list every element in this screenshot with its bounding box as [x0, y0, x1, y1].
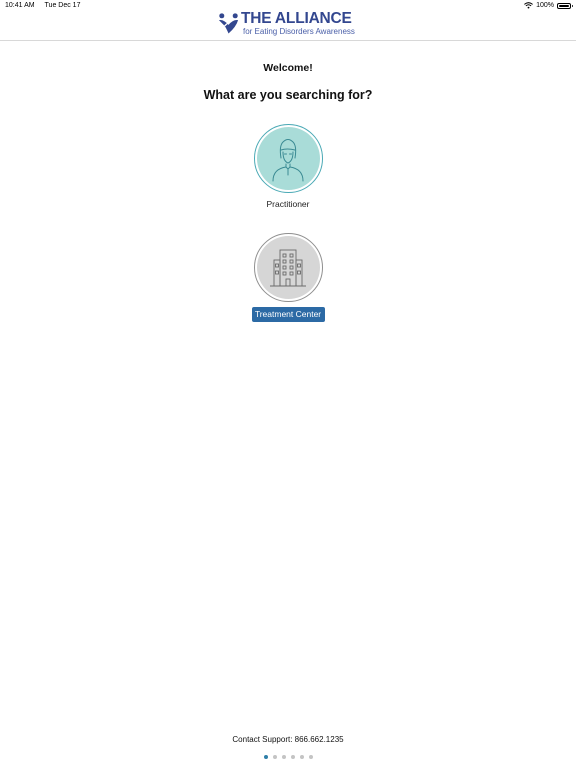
treatment-center-option: Treatment Center — [0, 233, 576, 322]
person-icon — [272, 138, 304, 181]
page-dot-5[interactable] — [299, 755, 304, 759]
practitioner-option: Practitioner — [0, 124, 576, 209]
building-icon — [270, 249, 306, 286]
page-dot-4[interactable] — [290, 755, 295, 759]
status-bar: 10:41 AM Tue Dec 17 100% — [0, 0, 576, 12]
search-question: What are you searching for? — [203, 88, 373, 102]
logo-title: THE ALLIANCE — [241, 10, 352, 27]
treatment-center-button[interactable] — [253, 233, 323, 302]
welcome-heading: Welcome! — [263, 62, 313, 74]
page-dot-6[interactable] — [308, 755, 313, 759]
treatment-center-label[interactable]: Treatment Center — [251, 307, 325, 322]
logo-subtitle: for Eating Disorders Awareness — [243, 27, 355, 36]
page-dot-1[interactable] — [263, 755, 268, 759]
wifi-icon — [524, 2, 534, 9]
page-dot-3[interactable] — [281, 755, 286, 759]
alliance-logo: THE ALLIANCE for Eating Disorders Awaren… — [217, 11, 355, 36]
battery-percent: 100% — [536, 2, 554, 9]
page-dot-2[interactable] — [272, 755, 277, 759]
logo-text: THE ALLIANCE for Eating Disorders Awaren… — [241, 10, 355, 37]
status-date: Tue Dec 17 — [44, 2, 81, 9]
practitioner-label[interactable]: Practitioner — [0, 199, 576, 209]
practitioner-button[interactable] — [253, 124, 323, 193]
treatment-center-circle — [256, 236, 320, 299]
practitioner-circle — [256, 127, 320, 190]
heart-figure-logo — [218, 13, 239, 34]
battery-icon — [557, 2, 573, 9]
contact-support-link[interactable]: Contact Support: 866.662.1235 — [0, 735, 576, 744]
status-time: 10:41 AM — [5, 2, 35, 9]
app-screen: THE ALLIANCE for Eating Disorders Awaren… — [0, 0, 576, 768]
page-indicator[interactable] — [0, 755, 576, 759]
